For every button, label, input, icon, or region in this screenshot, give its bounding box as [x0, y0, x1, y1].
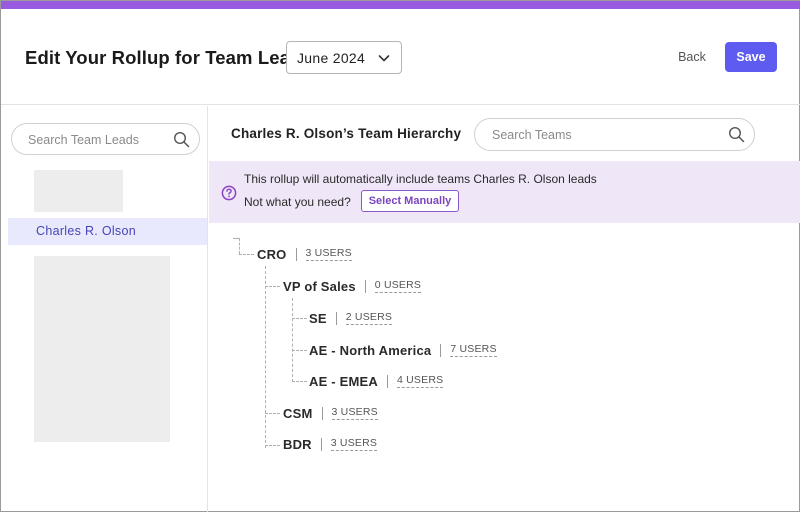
team-name: VP of Sales: [283, 278, 356, 294]
tree-connector: [292, 298, 293, 382]
hierarchy-title: Charles R. Olson’s Team Hierarchy: [231, 126, 462, 141]
user-count-link[interactable]: 4 USERS: [396, 374, 444, 388]
tree-connector: [292, 318, 307, 319]
divider: [335, 311, 337, 325]
divider: [320, 437, 322, 451]
divider: [321, 406, 323, 420]
tree-node-ae-emea: AE - EMEA 4 USERS: [309, 371, 444, 391]
tree-node-ae-north-america: AE - North America 7 USERS: [309, 340, 497, 360]
tree-connector: [292, 381, 307, 382]
tree-connector: [239, 254, 254, 255]
banner-question: Not what you need?: [244, 195, 351, 209]
hierarchy-panel: Charles R. Olson’s Team Hierarchy Search…: [209, 106, 800, 512]
month-select-value: June 2024: [297, 49, 366, 66]
team-hierarchy-tree: CRO 3 USERS VP of Sales 0 USERS SE 2 USE…: [209, 223, 800, 512]
divider: [440, 343, 442, 357]
team-name: CRO: [257, 246, 287, 262]
sidebar-item-label: Charles R. Olson: [36, 224, 136, 238]
team-search-input[interactable]: Search Teams: [474, 118, 755, 151]
question-circle-icon: [221, 185, 237, 201]
team-lead-search-input[interactable]: Search Team Leads: [11, 123, 200, 155]
user-count-link[interactable]: 0 USERS: [374, 279, 422, 293]
tree-node-se: SE 2 USERS: [309, 308, 393, 328]
team-name: SE: [309, 310, 327, 326]
sidebar-item-charles-r-olson[interactable]: Charles R. Olson: [8, 218, 207, 245]
back-button[interactable]: Back: [669, 47, 715, 67]
user-count-link[interactable]: 3 USERS: [331, 406, 378, 420]
user-count-link[interactable]: 7 USERS: [450, 343, 497, 357]
user-count-link[interactable]: 2 USERS: [345, 311, 393, 325]
team-name: CSM: [283, 405, 313, 421]
tree-node-bdr: BDR 3 USERS: [283, 434, 378, 454]
tree-connector: [265, 413, 280, 414]
divider: [295, 247, 297, 261]
app-window: Edit Your Rollup for Team Lead June 2024…: [0, 0, 800, 512]
month-select[interactable]: June 2024: [286, 41, 402, 74]
tree-connector: [265, 286, 280, 287]
redacted-lead-placeholder: [34, 170, 123, 212]
save-button[interactable]: Save: [725, 42, 777, 72]
banner-message: This rollup will automatically include t…: [244, 172, 597, 186]
redacted-lead-list-placeholder: [34, 256, 170, 442]
search-icon[interactable]: [728, 126, 745, 143]
tree-node-cro: CRO 3 USERS: [257, 244, 352, 264]
team-name: AE - North America: [309, 342, 432, 358]
select-manually-button[interactable]: Select Manually: [361, 190, 459, 212]
page-header: Edit Your Rollup for Team Lead June 2024…: [1, 9, 800, 105]
team-name: AE - EMEA: [309, 373, 378, 389]
divider: [364, 279, 366, 293]
page-title: Edit Your Rollup for Team Lead: [25, 47, 302, 68]
tree-connector: [292, 350, 307, 351]
team-search-placeholder: Search Teams: [492, 128, 572, 142]
auto-include-banner: This rollup will automatically include t…: [209, 161, 800, 223]
tree-connector: [239, 238, 240, 254]
tree-connector: [265, 266, 266, 448]
team-lead-search-placeholder: Search Team Leads: [28, 133, 139, 147]
top-accent-bar: [1, 1, 800, 9]
divider: [386, 374, 388, 388]
team-lead-sidebar: Search Team Leads Charles R. Olson: [1, 106, 208, 512]
team-name: BDR: [283, 436, 312, 452]
chevron-down-icon: [378, 55, 390, 62]
search-icon[interactable]: [173, 131, 190, 148]
tree-node-vp-of-sales: VP of Sales 0 USERS: [283, 276, 422, 296]
user-count-link[interactable]: 3 USERS: [305, 247, 352, 261]
user-count-link[interactable]: 3 USERS: [330, 437, 378, 451]
tree-connector: [265, 445, 280, 446]
tree-node-csm: CSM 3 USERS: [283, 403, 378, 423]
